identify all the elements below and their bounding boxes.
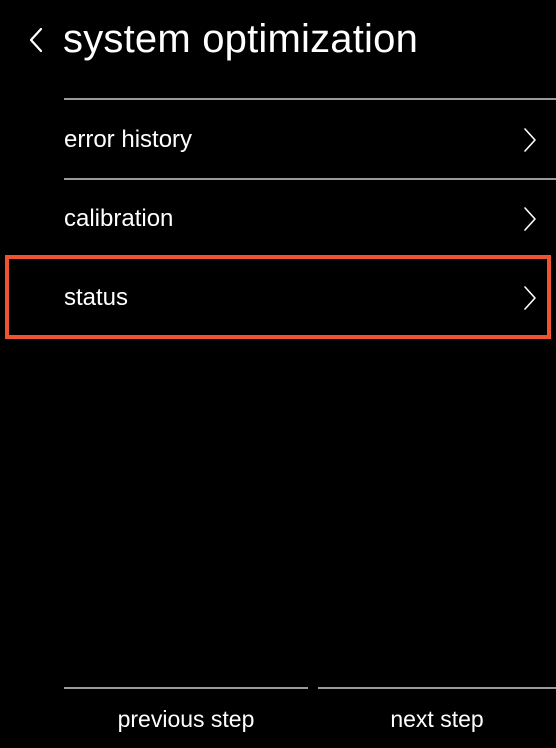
chevron-right-icon: [520, 285, 540, 311]
back-button[interactable]: [22, 18, 50, 62]
menu-item-calibration[interactable]: calibration: [0, 182, 556, 256]
chevron-right-icon: [520, 206, 540, 232]
chevron-right-icon: [520, 127, 540, 153]
screen: system optimization error history calibr…: [0, 0, 556, 743]
menu-item-error-history[interactable]: error history: [0, 103, 556, 177]
chevron-left-icon: [28, 27, 44, 53]
previous-step-button[interactable]: previous step: [64, 690, 308, 743]
footer-divider-left: [64, 687, 308, 689]
next-step-button[interactable]: next step: [318, 690, 556, 743]
divider: [64, 178, 556, 180]
header: system optimization: [0, 0, 556, 86]
menu-item-label: calibration: [64, 205, 174, 232]
menu-item-status[interactable]: status: [0, 261, 556, 335]
menu-item-label: error history: [64, 126, 193, 153]
footer-divider-right: [318, 687, 556, 689]
divider: [64, 98, 556, 100]
menu-item-label: status: [64, 284, 129, 311]
page-title: system optimization: [63, 17, 419, 61]
